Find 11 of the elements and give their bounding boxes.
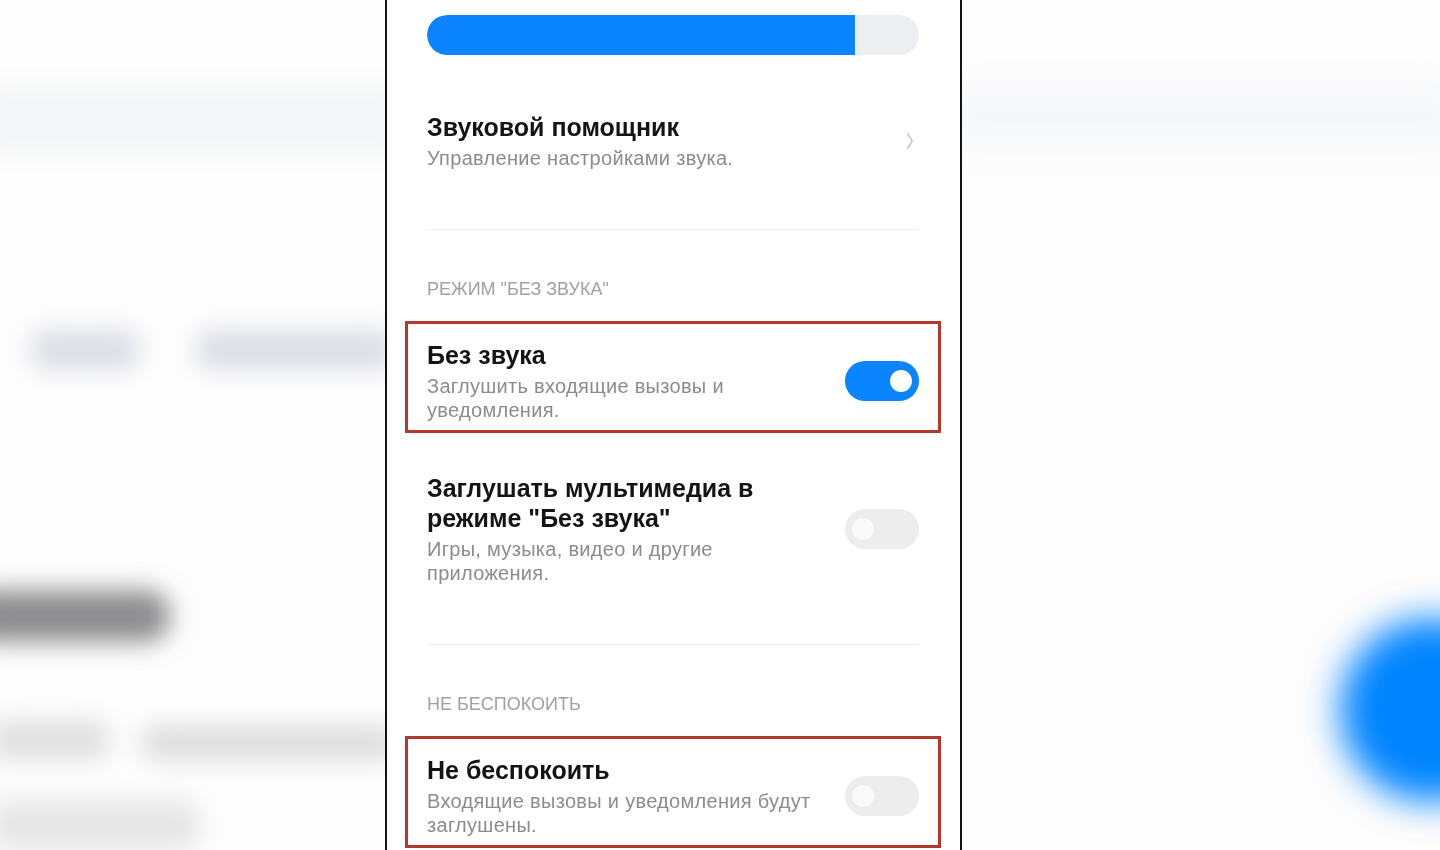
section-header: НЕ БЕСПОКОИТЬ (427, 693, 582, 716)
toggle-switch[interactable] (845, 361, 919, 401)
setting-title: Без звука (427, 340, 547, 370)
setting-subtitle: Игры, музыка, видео и другие приложения. (427, 537, 714, 585)
setting-title: Заглушать мультимедиа в режиме "Без звука" (427, 473, 755, 533)
section-header: РЕЖИМ "БЕЗ ЗВУКА" (427, 278, 610, 301)
setting-subtitle: Входящие вызовы и уведомления будут заглушены. (427, 789, 812, 837)
setting-title: Звуковой помощник (427, 112, 680, 142)
setting-subtitle: Заглушить входящие вызовы и уведомления. (427, 374, 725, 422)
setting-title: Не беспокоить (427, 755, 611, 785)
setting-subtitle: Управление настройками звука. (427, 146, 735, 170)
